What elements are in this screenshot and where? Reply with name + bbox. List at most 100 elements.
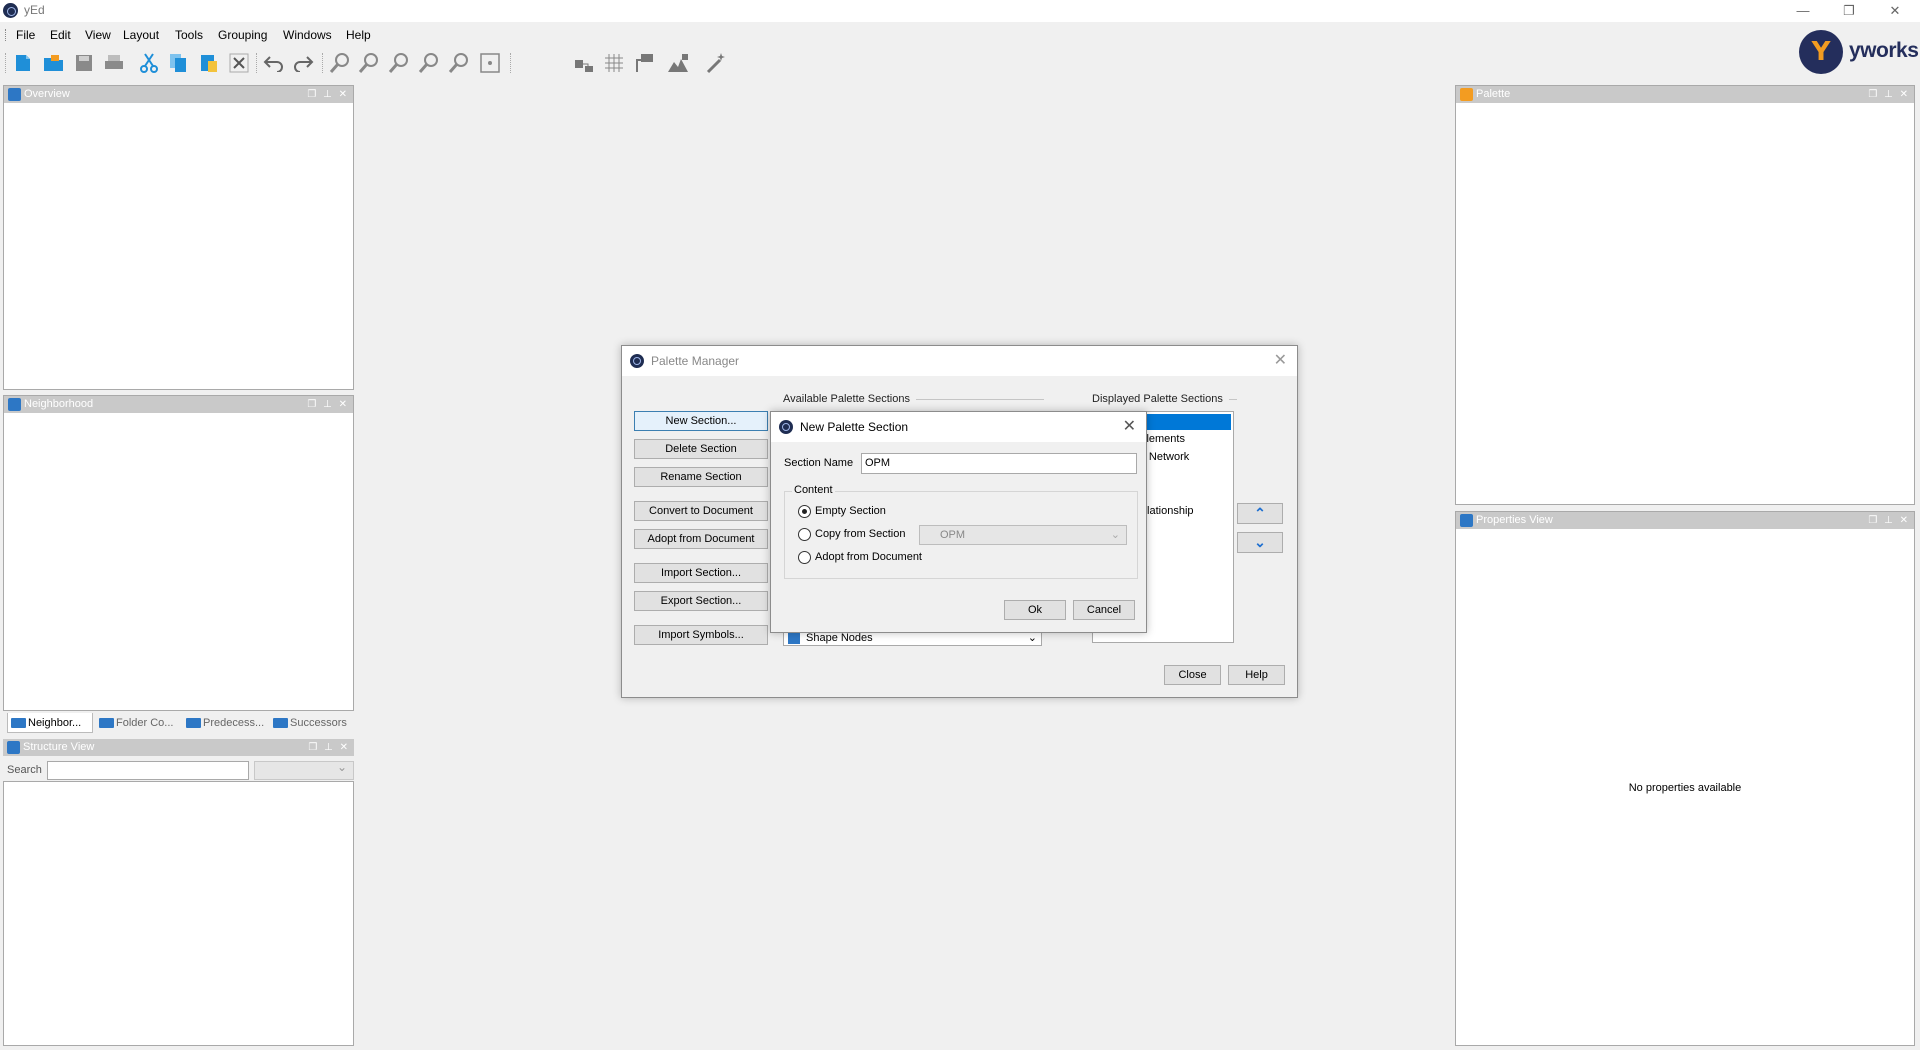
tab-neighborhood[interactable]: Neighbor... xyxy=(7,713,93,733)
tab-successors[interactable]: Successors xyxy=(270,713,354,733)
rename-section-button[interactable]: Rename Section xyxy=(634,467,768,487)
tab-predecessors[interactable]: Predecess... xyxy=(183,713,267,733)
copy-from-section-label[interactable]: Copy from Section xyxy=(815,528,905,540)
zoom-original-icon[interactable] xyxy=(417,51,441,75)
menu-layout[interactable]: Layout xyxy=(123,28,159,42)
close-window-button[interactable]: ✕ xyxy=(1872,0,1918,22)
neighborhood-panel-header[interactable]: Neighborhood ❐ ⊥ ✕ xyxy=(4,396,353,413)
structure-view-icon xyxy=(7,741,20,754)
cut-icon[interactable] xyxy=(137,51,161,75)
menu-grouping[interactable]: Grouping xyxy=(218,28,267,42)
structure-search-input[interactable] xyxy=(47,761,249,780)
properties-view-panel: Properties View ❐ ⊥ ✕ No properties avai… xyxy=(1455,511,1915,1046)
print-icon[interactable] xyxy=(102,51,126,75)
magic-wand-icon[interactable] xyxy=(704,51,728,75)
zoom-in-icon[interactable] xyxy=(328,51,352,75)
predecessors-tab-icon xyxy=(186,718,201,728)
title-bar: yEd — ❐ ✕ xyxy=(0,0,1920,22)
empty-section-label[interactable]: Empty Section xyxy=(815,505,886,517)
export-section-button[interactable]: Export Section... xyxy=(634,591,768,611)
structure-filter-combo[interactable] xyxy=(254,760,354,780)
properties-icon xyxy=(1460,514,1473,527)
zoom-selection-icon[interactable] xyxy=(387,51,411,75)
new-document-icon[interactable] xyxy=(11,51,35,75)
convert-to-document-button[interactable]: Convert to Document xyxy=(634,501,768,521)
new-section-button[interactable]: New Section... xyxy=(634,411,768,431)
structure-view-title: Structure View xyxy=(23,741,95,753)
close-icon[interactable]: ✕ xyxy=(1123,416,1136,436)
delete-section-button[interactable]: Delete Section xyxy=(634,439,768,459)
menu-file[interactable]: File xyxy=(16,28,35,42)
import-symbols-button[interactable]: Import Symbols... xyxy=(634,625,768,645)
layout-icon[interactable] xyxy=(666,51,690,75)
structure-view-panel: Structure View ❐ ⊥ ✕ xyxy=(3,739,354,1046)
palette-content[interactable] xyxy=(1456,104,1914,504)
menu-help[interactable]: Help xyxy=(346,28,371,42)
panel-controls[interactable]: ❐ ⊥ ✕ xyxy=(307,86,349,103)
close-button[interactable]: Close xyxy=(1164,665,1221,685)
close-icon[interactable]: ✕ xyxy=(1274,350,1287,370)
neighborhood-tab-icon xyxy=(11,718,26,728)
paste-icon[interactable] xyxy=(197,51,221,75)
panel-controls[interactable]: ❐ ⊥ ✕ xyxy=(1868,512,1910,529)
menu-tools[interactable]: Tools xyxy=(175,28,203,42)
yed-dialog-icon xyxy=(779,420,793,434)
open-icon[interactable] xyxy=(42,51,66,75)
adopt-from-document-label[interactable]: Adopt from Document xyxy=(815,551,922,563)
grid-icon[interactable] xyxy=(602,51,626,75)
menu-windows[interactable]: Windows xyxy=(283,28,332,42)
overview-panel-title: Overview xyxy=(24,88,70,100)
copy-icon[interactable] xyxy=(166,51,190,75)
move-down-button[interactable]: ⌄ xyxy=(1237,532,1283,553)
adopt-from-document-button[interactable]: Adopt from Document xyxy=(634,529,768,549)
adopt-from-document-radio[interactable] xyxy=(798,551,811,564)
folder-tab-icon xyxy=(99,718,114,728)
snap-icon[interactable] xyxy=(572,51,596,75)
help-button[interactable]: Help xyxy=(1228,665,1285,685)
copy-from-section-combo: OPM ⌄ xyxy=(919,525,1127,545)
import-section-button[interactable]: Import Section... xyxy=(634,563,768,583)
chevron-down-icon: ⌄ xyxy=(1110,529,1120,541)
menu-edit[interactable]: Edit xyxy=(50,28,71,42)
neighborhood-icon xyxy=(8,398,21,411)
fit-content-icon[interactable] xyxy=(478,51,502,75)
palette-panel-header[interactable]: Palette ❐ ⊥ ✕ xyxy=(1456,86,1914,103)
undo-icon[interactable] xyxy=(262,51,286,75)
tab-folder-contents[interactable]: Folder Co... xyxy=(96,713,180,733)
cancel-button[interactable]: Cancel xyxy=(1073,600,1135,620)
minimize-button[interactable]: — xyxy=(1780,0,1826,22)
neighborhood-canvas[interactable] xyxy=(4,414,353,710)
zoom-area-icon[interactable] xyxy=(447,51,471,75)
no-properties-text: No properties available xyxy=(1628,782,1742,794)
zoom-out-icon[interactable] xyxy=(357,51,381,75)
structure-view-header[interactable]: Structure View ❐ ⊥ ✕ xyxy=(3,739,354,756)
palette-manager-title: Palette Manager xyxy=(651,354,740,368)
structure-search-row: Search xyxy=(3,760,354,782)
ok-button[interactable]: Ok xyxy=(1004,600,1066,620)
empty-section-radio[interactable] xyxy=(798,505,811,518)
chevron-up-icon: ⌃ xyxy=(1254,505,1266,521)
overview-canvas[interactable] xyxy=(4,104,353,389)
panel-controls[interactable]: ❐ ⊥ ✕ xyxy=(308,739,350,756)
orthogonal-edges-icon[interactable] xyxy=(632,51,656,75)
yed-app-icon xyxy=(3,3,18,18)
properties-view-header[interactable]: Properties View ❐ ⊥ ✕ xyxy=(1456,512,1914,529)
restore-button[interactable]: ❐ xyxy=(1826,0,1872,22)
copy-from-section-radio[interactable] xyxy=(798,528,811,541)
displayed-sections-label: Displayed Palette Sections xyxy=(1092,393,1237,405)
panel-controls[interactable]: ❐ ⊥ ✕ xyxy=(1868,86,1910,103)
redo-icon[interactable] xyxy=(291,51,315,75)
chevron-down-icon: ⌄ xyxy=(1027,632,1037,644)
yworks-logo: yworks xyxy=(1797,29,1919,75)
delete-icon[interactable] xyxy=(227,51,251,75)
palette-icon xyxy=(1460,88,1473,101)
structure-tree[interactable] xyxy=(3,781,354,1046)
properties-content: No properties available xyxy=(1456,530,1914,1045)
section-name-input[interactable]: OPM xyxy=(861,453,1137,474)
save-icon[interactable] xyxy=(72,51,96,75)
menu-view[interactable]: View xyxy=(85,28,111,42)
move-up-button[interactable]: ⌃ xyxy=(1237,503,1283,524)
panel-controls[interactable]: ❐ ⊥ ✕ xyxy=(307,396,349,413)
overview-panel-header[interactable]: Overview ❐ ⊥ ✕ xyxy=(4,86,353,103)
palette-panel-title: Palette xyxy=(1476,88,1511,100)
